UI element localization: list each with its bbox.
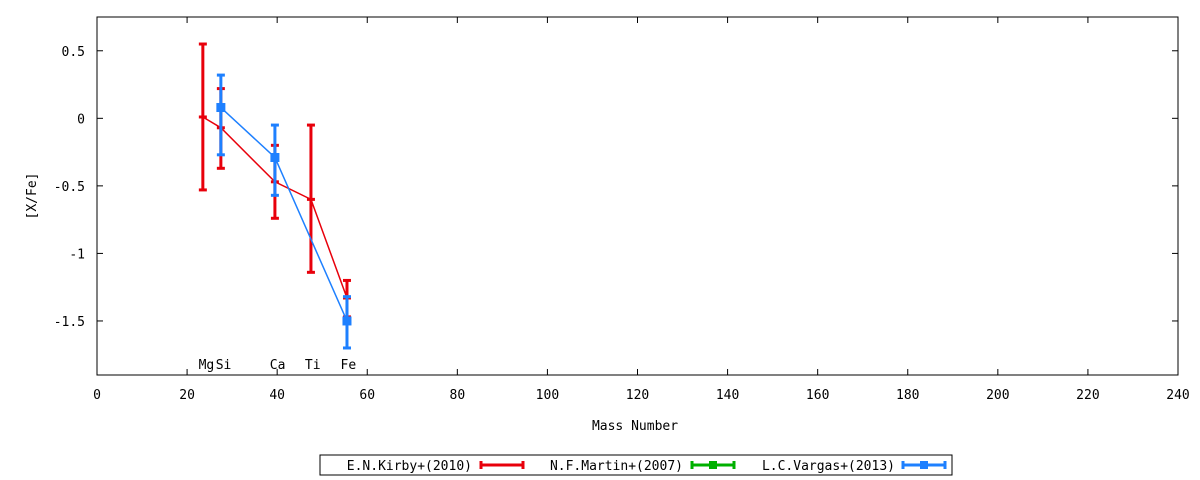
chart: 0 20 40 60 80 100 120 140 160 180 200 220 240 0.5 0 -0.…: [25, 16, 1190, 476]
legend-swatch-marker: [709, 461, 717, 469]
x-axis-label: Mass Number: [592, 419, 678, 434]
y-tick-label: 0.5: [62, 45, 85, 60]
element-label: Ti: [305, 358, 321, 373]
x-tick-label: 140: [716, 388, 739, 403]
data-point: [342, 316, 352, 326]
y-tick-label: -1.5: [54, 315, 85, 330]
x-tick-label: 80: [450, 388, 466, 403]
x-tick-label: 220: [1076, 388, 1099, 403]
element-label: Ca: [270, 358, 286, 373]
y-tick-label: -1: [69, 247, 85, 262]
data-point: [216, 103, 226, 113]
y-tick-label: 0: [77, 112, 85, 127]
x-tick-label: 200: [986, 388, 1009, 403]
legend: E.N.Kirby+(2010) N.F.Martin+(2007) L.C.Var…: [319, 454, 953, 476]
x-tick-label: 60: [359, 388, 375, 403]
legend-label: N.F.Martin+(2007): [550, 459, 683, 474]
data-point: [270, 152, 280, 162]
x-tick-label: 100: [536, 388, 559, 403]
legend-swatch-marker: [920, 461, 928, 469]
legend-label: E.N.Kirby+(2010): [347, 459, 472, 474]
x-tick-label: 0: [93, 388, 101, 403]
x-tick-label: 20: [179, 388, 195, 403]
y-tick-label: -0.5: [54, 180, 85, 195]
y-axis-label: [X/Fe]: [25, 173, 40, 220]
x-tick-label: 120: [626, 388, 649, 403]
plot-area: [96, 16, 1179, 376]
element-label: Si: [216, 358, 232, 373]
x-tick-label: 160: [806, 388, 829, 403]
element-label: Fe: [341, 358, 357, 373]
x-tick-label: 240: [1166, 388, 1189, 403]
x-tick-label: 40: [269, 388, 285, 403]
legend-label: L.C.Vargas+(2013): [762, 459, 895, 474]
element-label: Mg: [199, 358, 215, 373]
x-tick-label: 180: [896, 388, 919, 403]
